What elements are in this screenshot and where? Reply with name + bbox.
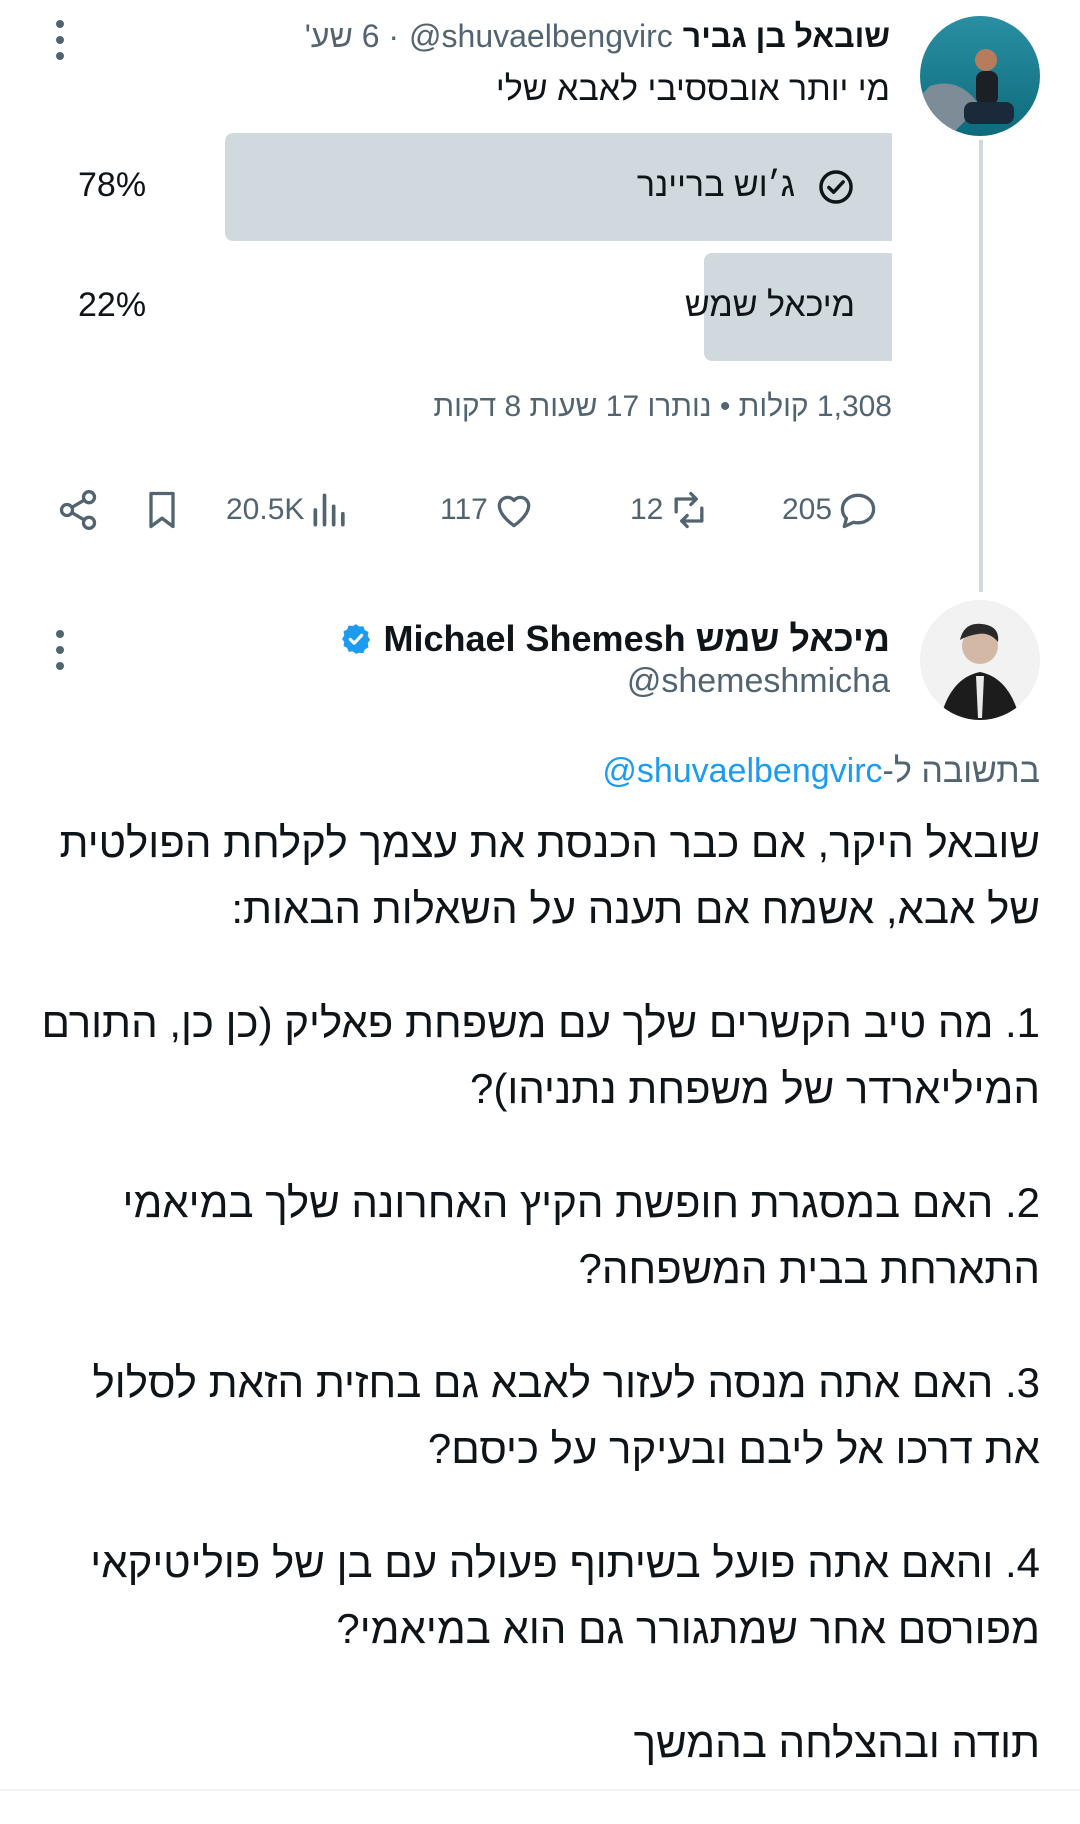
poll-option-label: מיכאל שמש (684, 286, 855, 324)
like-button[interactable]: 117 (440, 488, 536, 532)
avatar[interactable] (920, 600, 1040, 720)
divider (0, 1789, 1080, 1791)
poll-meta: 1,308 קולות • נותרו 17 שעות 8 דקות (433, 390, 892, 423)
reply-handle-link[interactable]: @shuvaelbengvirc (602, 752, 882, 790)
display-name[interactable]: שובאל בן גביר (683, 16, 890, 56)
views-count: 20.5K (226, 493, 305, 526)
tweet-paragraph: 4. והאם אתה פועל בשיתוף פעולה עם בן של פ… (90, 1539, 1040, 1652)
tweet-paragraph: שובאל היקר, אם כבר הכנסת את עצמך לקלחת ה… (59, 819, 1040, 932)
retweet-button[interactable]: 12 (630, 488, 711, 532)
reply-context: בתשובה ל-@shuvaelbengvirc (602, 752, 1040, 791)
handle[interactable]: @shuvaelbengvirc (409, 16, 673, 56)
more-icon[interactable] (54, 628, 66, 672)
retweet-count: 12 (630, 493, 664, 526)
thread-connector (979, 140, 983, 592)
reply-prefix: בתשובה ל- (882, 752, 1040, 790)
tweet-body: שובאל היקר, אם כבר הכנסת את עצמך לקלחת ה… (40, 810, 1040, 1824)
poll-option-percent: 78% (78, 166, 147, 204)
retweet-icon (674, 491, 704, 529)
share-button[interactable] (56, 488, 100, 532)
avatar-photo (920, 600, 1040, 720)
timestamp[interactable]: · 6 שע' (305, 16, 399, 56)
poll-option-percent: 22% (78, 286, 147, 324)
avatar[interactable] (920, 16, 1040, 136)
tweet-paragraph: 1. מה טיב הקשרים שלך עם משפחת פאליק (כן … (41, 999, 1040, 1112)
bookmark-button[interactable] (140, 488, 184, 532)
display-name[interactable]: מיכאל שמש Michael Shemesh (383, 618, 890, 660)
reply-button[interactable]: 205 (782, 488, 880, 532)
like-icon (497, 495, 531, 528)
views-icon (313, 493, 346, 527)
reply-icon (840, 493, 876, 529)
views-button[interactable]: 20.5K (226, 488, 352, 532)
like-count: 117 (440, 493, 488, 526)
tweet-paragraph: תודה ובהצלחה בהמשך (633, 1719, 1040, 1766)
handle[interactable]: @shemeshmicha (627, 662, 890, 701)
verified-badge-icon (339, 622, 373, 656)
tweet-paragraph: 2. האם במסגרת חופשת הקיץ האחרונה שלך במי… (122, 1179, 1040, 1292)
bookmark-icon (149, 491, 175, 529)
tweet-header: שובאל בן גביר @shuvaelbengvirc · 6 שע' (305, 16, 890, 56)
check-circle-icon (817, 168, 855, 206)
avatar-photo (920, 16, 1040, 136)
tweet-header: מיכאל שמש Michael Shemesh (339, 618, 890, 660)
tweet-text: מי יותר אובססיבי לאבא שלי (495, 70, 890, 108)
poll-option-label: ג׳וש בריינר (636, 166, 795, 204)
reply-count: 205 (782, 493, 833, 526)
tweet-paragraph: 3. האם אתה מנסה לעזור לאבא גם בחזית הזאת… (92, 1359, 1040, 1472)
more-icon[interactable] (54, 18, 66, 62)
share-icon (59, 490, 97, 530)
